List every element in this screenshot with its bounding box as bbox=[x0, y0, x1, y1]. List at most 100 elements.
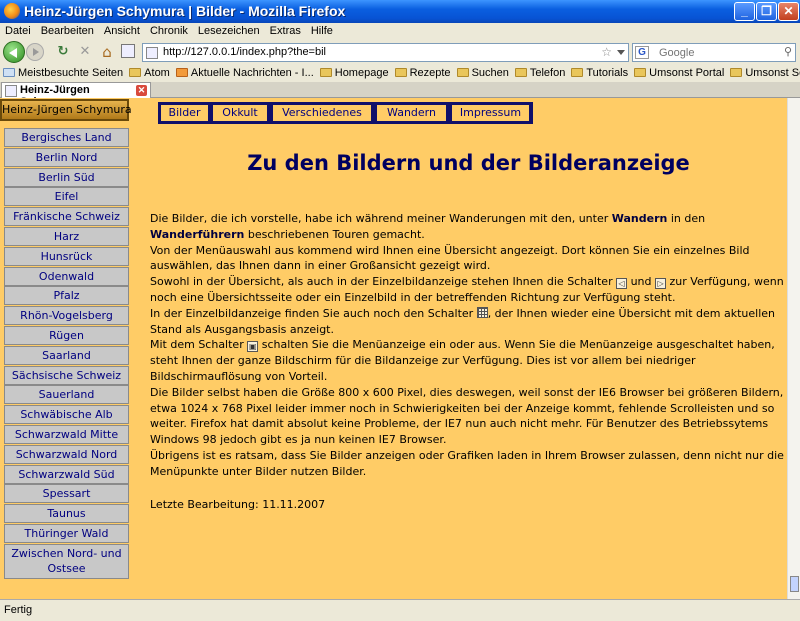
menu-chronik[interactable]: Chronik bbox=[145, 23, 193, 37]
tab-close-icon[interactable]: ✕ bbox=[136, 85, 147, 96]
top-menu-impressum[interactable]: Impressum bbox=[452, 105, 529, 121]
menu-bar: Datei Bearbeiten Ansicht Chronik Lesezeichen… bbox=[0, 23, 800, 40]
url-text[interactable]: http://127.0.0.1/index.php?the=bil bbox=[163, 46, 326, 58]
top-menu-wandern[interactable]: Wandern bbox=[377, 105, 446, 121]
paragraph: Sowohl in der Übersicht, als auch in der… bbox=[150, 275, 784, 304]
status-bar: Fertig bbox=[0, 599, 800, 621]
search-icon[interactable]: ⚲ bbox=[784, 45, 792, 58]
top-menu: Bilder Okkult Verschiedenes Wandern Impr… bbox=[158, 102, 533, 124]
side-menu-item[interactable]: Schwarzwald Mitte bbox=[4, 424, 129, 444]
side-menu-item[interactable]: Fränkische Schweiz bbox=[4, 207, 129, 227]
page-content: Heinz-Jürgen Schymura Bilder Okkult Vers… bbox=[0, 98, 787, 599]
side-menu-item[interactable]: Taunus bbox=[4, 504, 129, 524]
bookmark-item[interactable]: Meistbesuchte Seiten bbox=[0, 65, 126, 79]
side-menu-item[interactable]: Spessart bbox=[4, 484, 129, 504]
bookmark-item[interactable]: Homepage bbox=[317, 65, 392, 79]
vertical-scrollbar[interactable] bbox=[787, 98, 800, 599]
window-title: Heinz-Jürgen Schymura | Bilder - Mozilla… bbox=[24, 3, 346, 19]
bookmark-item[interactable]: Umsonst Portal bbox=[631, 65, 727, 79]
stop-icon[interactable]: ✕ bbox=[77, 44, 93, 60]
side-menu-item[interactable]: Schwarzwald Nord bbox=[4, 444, 129, 464]
status-text: Fertig bbox=[4, 604, 33, 616]
side-menu-item[interactable]: Zwischen Nord- und Ostsee bbox=[4, 543, 129, 579]
side-menu-item[interactable]: Berlin Süd bbox=[4, 167, 129, 187]
bookmark-item[interactable]: Aktuelle Nachrichten - I... bbox=[173, 65, 317, 79]
bookmark-star-icon[interactable]: ☆ bbox=[601, 45, 612, 59]
most-visited-icon bbox=[3, 68, 15, 77]
paragraph: Die Bilder, die ich vorstelle, habe ich … bbox=[150, 212, 706, 241]
tab-strip: Heinz-Jürgen Schymura... ✕ bbox=[0, 82, 800, 108]
top-menu-bilder[interactable]: Bilder bbox=[161, 105, 208, 121]
side-menu-item[interactable]: Sächsische Schweiz bbox=[4, 365, 129, 385]
paragraph: In der Einzelbildanzeige finden Sie auch… bbox=[150, 306, 776, 336]
forward-arrow-icon[interactable] bbox=[26, 43, 44, 61]
bookmark-item[interactable]: Rezepte bbox=[392, 65, 454, 79]
home-icon[interactable]: ⌂ bbox=[99, 44, 115, 60]
paragraph: Von der Menüauswahl aus kommend wird Ihn… bbox=[150, 243, 750, 273]
side-menu-item[interactable]: Schwäbische Alb bbox=[4, 405, 129, 425]
article-body: Die Bilder, die ich vorstelle, habe ich … bbox=[150, 211, 787, 480]
close-button[interactable]: ✕ bbox=[778, 2, 799, 21]
maximize-button[interactable]: ❐ bbox=[756, 2, 777, 21]
side-menu-item[interactable]: Bergisches Land bbox=[4, 128, 129, 147]
menu-extras[interactable]: Extras bbox=[265, 23, 306, 37]
menu-datei[interactable]: Datei bbox=[0, 23, 36, 37]
menu-hilfe[interactable]: Hilfe bbox=[306, 23, 338, 37]
folder-icon bbox=[634, 68, 647, 77]
side-menu-item[interactable]: Saarland bbox=[4, 345, 129, 365]
overview-grid-icon bbox=[476, 306, 488, 318]
tab-active[interactable]: Heinz-Jürgen Schymura... ✕ bbox=[1, 82, 151, 108]
folder-icon bbox=[456, 68, 469, 77]
page-favicon-icon bbox=[121, 44, 135, 58]
minimize-button[interactable]: _ bbox=[734, 2, 755, 21]
side-menu-item[interactable]: Hunsrück bbox=[4, 246, 129, 266]
firefox-logo-icon bbox=[4, 3, 20, 19]
side-menu-item[interactable]: Berlin Nord bbox=[4, 147, 129, 167]
side-menu-item[interactable]: Rhön-Vogelsberg bbox=[4, 306, 129, 326]
window-titlebar: Heinz-Jürgen Schymura | Bilder - Mozilla… bbox=[0, 0, 800, 23]
paragraph: Die Bilder selbst haben die Größe 800 x … bbox=[150, 385, 784, 447]
top-menu-verschiedenes[interactable]: Verschiedenes bbox=[273, 105, 371, 121]
tab-favicon-icon bbox=[5, 85, 17, 97]
side-menu-item[interactable]: Schwarzwald Süd bbox=[4, 464, 129, 484]
side-menu: Bergisches Land Berlin Nord Berlin Süd E… bbox=[4, 128, 129, 580]
side-menu-item[interactable]: Sauerland bbox=[4, 385, 129, 405]
url-dropdown-icon[interactable] bbox=[617, 50, 625, 55]
link-wanderfuehrern[interactable]: Wanderführern bbox=[150, 228, 244, 241]
folder-icon bbox=[514, 68, 527, 77]
menu-lesezeichen[interactable]: Lesezeichen bbox=[193, 23, 265, 37]
side-menu-item[interactable]: Eifel bbox=[4, 187, 129, 207]
google-engine-icon[interactable]: G bbox=[635, 46, 649, 59]
bookmark-item[interactable]: Tutorials bbox=[568, 65, 631, 79]
back-arrow-icon[interactable] bbox=[3, 41, 25, 63]
bookmark-item[interactable]: Suchen bbox=[454, 65, 512, 79]
side-menu-item[interactable]: Harz bbox=[4, 226, 129, 246]
side-menu-item[interactable]: Rügen bbox=[4, 325, 129, 345]
scrollbar-thumb[interactable] bbox=[790, 576, 799, 592]
side-menu-item[interactable]: Thüringer Wald bbox=[4, 523, 129, 543]
link-wandern[interactable]: Wandern bbox=[612, 212, 668, 225]
page-title: Zu den Bildern und der Bilderanzeige bbox=[247, 151, 690, 175]
reload-icon[interactable]: ↻ bbox=[55, 44, 71, 60]
url-bar[interactable]: http://127.0.0.1/index.php?the=bil ☆ bbox=[142, 43, 629, 62]
bookmark-item[interactable]: Umsonst Software bbox=[727, 65, 800, 79]
next-arrow-icon: ▷ bbox=[655, 278, 667, 290]
navigation-toolbar: ↻ ✕ ⌂ http://127.0.0.1/index.php?the=bil… bbox=[0, 40, 800, 65]
folder-icon bbox=[730, 68, 743, 77]
side-menu-item[interactable]: Odenwald bbox=[4, 266, 129, 286]
menu-bearbeiten[interactable]: Bearbeiten bbox=[36, 23, 99, 37]
search-input[interactable] bbox=[659, 45, 777, 60]
menu-toggle-icon: ▣ bbox=[247, 341, 259, 353]
top-menu-okkult[interactable]: Okkult bbox=[213, 105, 267, 121]
paragraph: Mit dem Schalter ▣ schalten Sie die Menü… bbox=[150, 338, 775, 383]
last-updated: Letzte Bearbeitung: 11.11.2007 bbox=[150, 498, 326, 511]
folder-icon bbox=[319, 68, 332, 77]
previous-arrow-icon: ◁ bbox=[616, 278, 628, 290]
site-brand-button[interactable]: Heinz-Jürgen Schymura bbox=[0, 99, 132, 121]
bookmarks-toolbar: Meistbesuchte Seiten Atom Aktuelle Nachric… bbox=[0, 65, 800, 82]
bookmark-item[interactable]: Telefon bbox=[512, 65, 568, 79]
search-box[interactable]: G ⚲ bbox=[632, 43, 796, 62]
side-menu-item[interactable]: Pfalz bbox=[4, 286, 129, 306]
menu-ansicht[interactable]: Ansicht bbox=[99, 23, 145, 37]
bookmark-item[interactable]: Atom bbox=[126, 65, 173, 79]
